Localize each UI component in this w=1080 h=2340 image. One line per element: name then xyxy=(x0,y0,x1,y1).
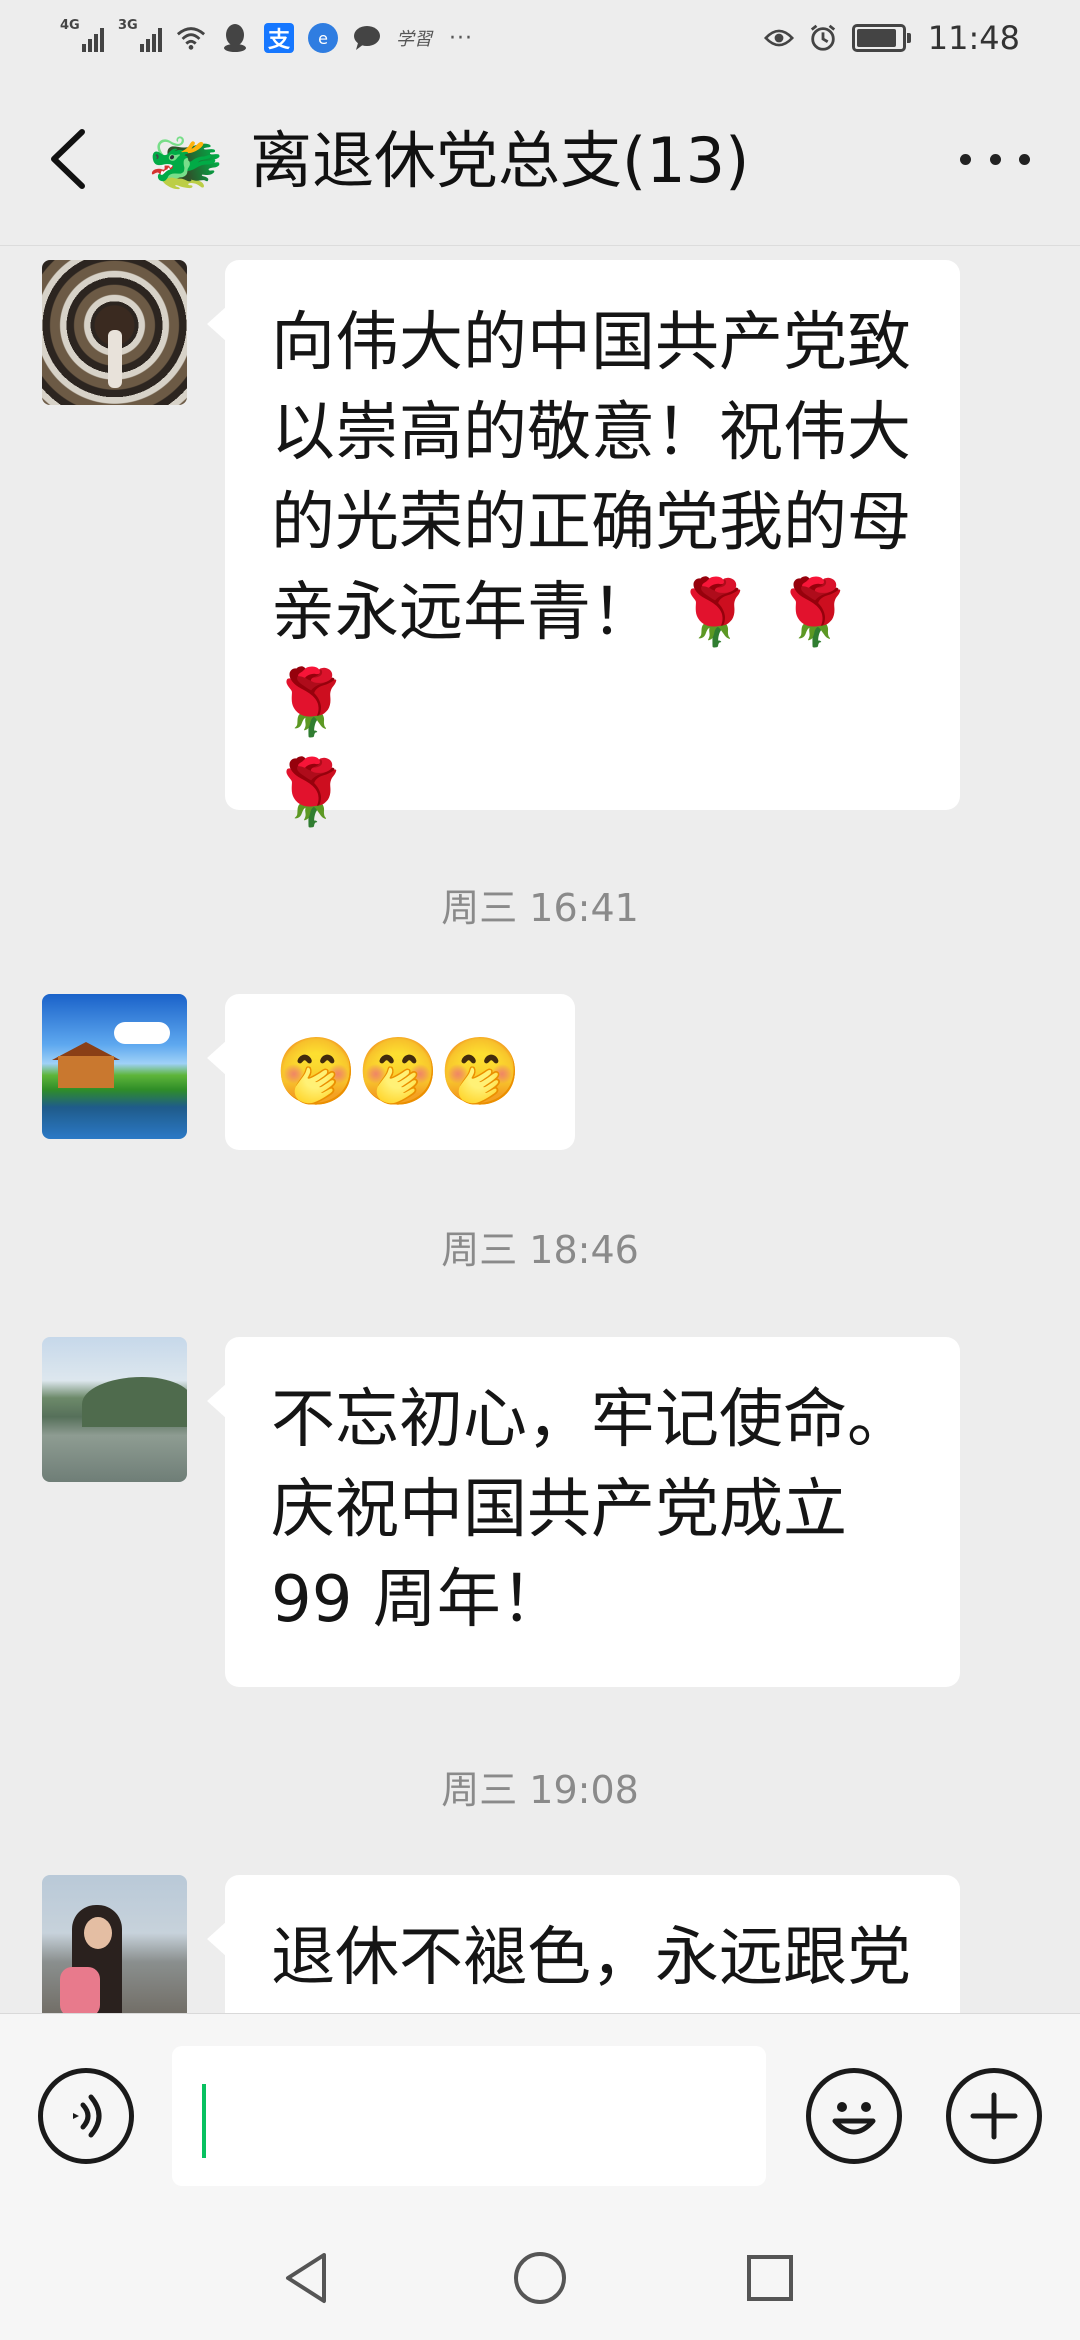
message-line: 亲永远年青！ 🌹 🌹 🌹 xyxy=(271,576,856,740)
text-caret xyxy=(202,2084,206,2158)
browser-icon: e xyxy=(308,23,338,53)
status-left: 4G 3G 支 e 学習 ··· xyxy=(60,18,476,54)
timestamp: 周三 18:46 xyxy=(441,1228,639,1272)
nav-home-icon[interactable] xyxy=(505,2243,575,2313)
message-line: 99 周年！ xyxy=(271,1563,565,1637)
message-list[interactable]: 向伟大的中国共产党致 以崇高的敬意！祝伟大 的光荣的正确党我的母 亲永远年青！ … xyxy=(0,247,1080,2013)
more-icon[interactable] xyxy=(960,144,1030,174)
message-bubble[interactable]: 🤭🤭🤭 xyxy=(207,994,575,1150)
status-bar: 4G 3G 支 e 学習 ··· 11:48 xyxy=(0,0,1080,76)
back-arrow-icon[interactable] xyxy=(40,124,100,194)
system-nav-bar xyxy=(0,2213,1080,2340)
alipay-icon: 支 xyxy=(264,23,294,53)
avatar[interactable] xyxy=(42,994,187,1139)
message-bubble[interactable]: 向伟大的中国共产党致 以崇高的敬意！祝伟大 的光荣的正确党我的母 亲永远年青！ … xyxy=(207,260,960,830)
signal-4g-icon: 4G xyxy=(60,18,104,54)
avatar[interactable] xyxy=(42,1875,187,2013)
group-dragon-icon: 🐲 xyxy=(147,125,225,198)
timestamp: 周三 19:08 xyxy=(441,1768,639,1812)
emoji-message: 🤭🤭🤭 xyxy=(275,1033,522,1110)
status-time: 11:48 xyxy=(927,19,1020,57)
message-input[interactable] xyxy=(172,2046,766,2186)
timestamp: 周三 16:41 xyxy=(441,886,639,930)
avatar[interactable] xyxy=(42,260,187,405)
message-line: 以崇高的敬意！祝伟大 xyxy=(271,396,911,470)
wechat-chat-screen: 4G 3G 支 e 学習 ··· 11:48 🐲 离退休党总支(13) 向伟大的… xyxy=(0,0,1080,2340)
network-type-1: 4G xyxy=(60,18,80,33)
voice-icon[interactable] xyxy=(38,2068,134,2164)
message-bubble[interactable]: 不忘初心，牢记使命。 庆祝中国共产党成立 99 周年！ xyxy=(207,1337,960,1687)
message-line: 向伟大的中国共产党致 xyxy=(271,306,911,380)
study-app-icon: 学習 xyxy=(396,29,432,50)
message-line: 的光荣的正确党我的母 xyxy=(271,486,911,560)
message-line: 庆祝中国共产党成立 xyxy=(271,1473,847,1547)
nav-back-icon[interactable] xyxy=(272,2243,342,2313)
avatar[interactable] xyxy=(42,1337,187,1482)
network-type-2: 3G xyxy=(118,18,138,33)
message-line: 退休不褪色，永远跟党 xyxy=(271,1921,911,1995)
alarm-icon xyxy=(808,23,838,53)
chat-title: 离退休党总支(13) xyxy=(250,124,750,197)
emoji-icon[interactable] xyxy=(806,2068,902,2164)
wifi-icon xyxy=(176,23,206,53)
eye-icon xyxy=(763,23,794,53)
input-bar xyxy=(0,2013,1080,2213)
qq-icon xyxy=(220,23,250,53)
nav-recent-icon[interactable] xyxy=(735,2243,805,2313)
signal-3g-icon: 3G xyxy=(118,18,162,54)
message-line: 不忘初心，牢记使命。 xyxy=(271,1383,911,1457)
plus-icon[interactable] xyxy=(946,2068,1042,2164)
message-icon xyxy=(352,23,382,53)
message-line: 🌹 xyxy=(271,756,351,830)
message-bubble[interactable]: 退休不褪色，永远跟党 xyxy=(207,1875,960,2013)
status-right: 11:48 xyxy=(763,19,1020,57)
more-notifications-icon: ··· xyxy=(449,25,473,51)
chat-header: 🐲 离退休党总支(13) xyxy=(0,76,1080,246)
battery-icon xyxy=(851,24,911,52)
